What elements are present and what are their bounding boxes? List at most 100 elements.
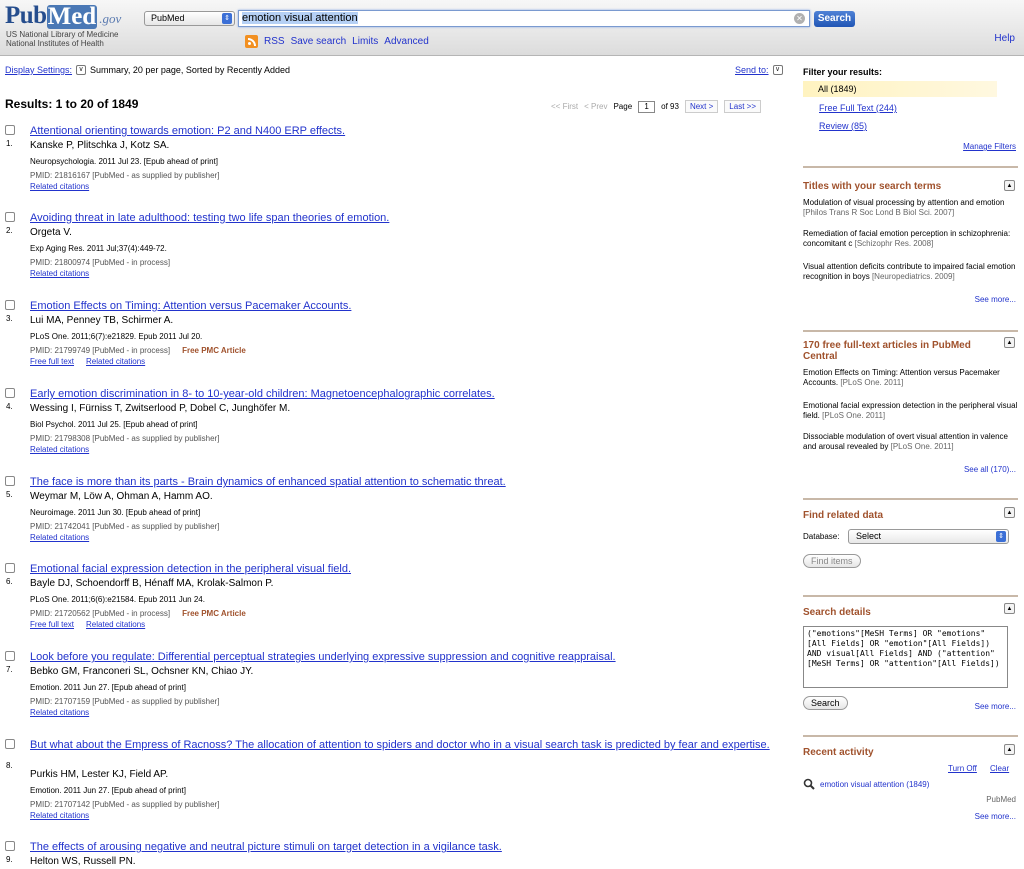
result-title-link[interactable]: Emotion Effects on Timing: Attention ver… bbox=[30, 299, 351, 313]
send-to-link[interactable]: Send to: bbox=[735, 65, 769, 75]
result-journal: Emotion. 2011 Jun 27. [Epub ahead of pri… bbox=[30, 683, 186, 692]
collapse-icon[interactable]: ▲ bbox=[1004, 603, 1015, 614]
related-citations-link[interactable]: Related citations bbox=[30, 811, 89, 820]
related-citations-link[interactable]: Related citations bbox=[30, 269, 89, 278]
result-pmid: PMID: 21816167 [PubMed - as supplied by … bbox=[30, 171, 220, 180]
result-checkbox[interactable] bbox=[5, 563, 15, 573]
page-number-input[interactable]: 1 bbox=[638, 100, 656, 113]
database-select[interactable]: PubMed ⇕ bbox=[144, 11, 235, 26]
search-input[interactable]: emotion visual attention ✕ bbox=[238, 10, 810, 27]
result-checkbox[interactable] bbox=[5, 212, 15, 222]
result-links: Related citations bbox=[30, 533, 89, 542]
result-journal: PLoS One. 2011;6(6):e21584. Epub 2011 Ju… bbox=[30, 595, 205, 604]
clear-search-icon[interactable]: ✕ bbox=[794, 13, 805, 24]
help-link[interactable]: Help bbox=[994, 33, 1015, 44]
turn-off-link[interactable]: Turn Off bbox=[948, 764, 977, 773]
rss-icon[interactable] bbox=[245, 35, 258, 48]
collapse-icon[interactable]: ▲ bbox=[1004, 507, 1015, 518]
next-page-button[interactable]: Next > bbox=[684, 100, 719, 113]
related-citations-link[interactable]: Related citations bbox=[30, 182, 89, 191]
rss-link[interactable]: RSS bbox=[264, 36, 285, 47]
free-article-item[interactable]: Dissociable modulation of overt visual a… bbox=[803, 432, 1018, 453]
result-title-link[interactable]: Avoiding threat in late adulthood: testi… bbox=[30, 211, 389, 225]
titles-item[interactable]: Visual attention deficits contribute to … bbox=[803, 262, 1018, 283]
free-full-text-link[interactable]: Free full text bbox=[30, 357, 74, 366]
manage-filters-link[interactable]: Manage Filters bbox=[963, 142, 1016, 151]
pager-prev: < Prev bbox=[584, 102, 608, 111]
related-citations-link[interactable]: Related citations bbox=[86, 620, 145, 629]
database-label: Database: bbox=[803, 532, 840, 541]
result-checkbox[interactable] bbox=[5, 476, 15, 486]
titles-item[interactable]: Remediation of facial emotion perception… bbox=[803, 229, 1018, 250]
collapse-icon[interactable]: ▲ bbox=[1004, 180, 1015, 191]
result-pmid: PMID: 21720562 [PubMed - in process] Free… bbox=[30, 609, 246, 618]
result-checkbox[interactable] bbox=[5, 125, 15, 135]
result-checkbox[interactable] bbox=[5, 739, 15, 749]
related-data-heading: Find related data bbox=[803, 510, 884, 521]
result-title-link[interactable]: But what about the Empress of Racnoss? T… bbox=[30, 738, 790, 752]
filter-all[interactable]: All (1849) bbox=[803, 81, 997, 97]
result-links: Related citations bbox=[30, 445, 89, 454]
free-full-text-link[interactable]: Free full text bbox=[30, 620, 74, 629]
result-title-link[interactable]: Attentional orienting towards emotion: P… bbox=[30, 124, 345, 138]
result-links: Related citations bbox=[30, 708, 89, 717]
filter-free-full-text[interactable]: Free Full Text (244) bbox=[819, 103, 897, 113]
related-citations-link[interactable]: Related citations bbox=[30, 445, 89, 454]
collapse-icon[interactable]: ▲ bbox=[1004, 744, 1015, 755]
divider bbox=[803, 166, 1018, 168]
result-title-link[interactable]: Look before you regulate: Differential p… bbox=[30, 650, 616, 664]
result-title-link[interactable]: Emotional facial expression detection in… bbox=[30, 562, 351, 576]
search-input-value: emotion visual attention bbox=[242, 12, 358, 24]
titles-see-more-link[interactable]: See more... bbox=[975, 295, 1016, 304]
database-select-value: PubMed bbox=[151, 13, 185, 23]
free-article-item[interactable]: Emotional facial expression detection in… bbox=[803, 401, 1018, 422]
free-article-item[interactable]: Emotion Effects on Timing: Attention ver… bbox=[803, 368, 1018, 389]
result-journal: PLoS One. 2011;6(7):e21829. Epub 2011 Ju… bbox=[30, 332, 203, 341]
limits-link[interactable]: Limits bbox=[352, 36, 378, 47]
result-checkbox[interactable] bbox=[5, 651, 15, 661]
find-items-button[interactable]: Find items bbox=[803, 554, 861, 568]
last-page-button[interactable]: Last >> bbox=[724, 100, 761, 113]
result-authors: Bebko GM, Franconeri SL, Ochsner KN, Chi… bbox=[30, 666, 254, 677]
pager: << First < Prev Page 1 of 93 Next > Last… bbox=[551, 100, 761, 113]
search-icon bbox=[803, 778, 815, 790]
result-checkbox[interactable] bbox=[5, 388, 15, 398]
divider bbox=[803, 498, 1018, 500]
result-authors: Bayle DJ, Schoendorff B, Hénaff MA, Krol… bbox=[30, 578, 274, 589]
chevron-down-icon[interactable]: ∨ bbox=[772, 65, 783, 75]
logo-med: Med bbox=[46, 3, 98, 30]
search-details-textarea[interactable]: ("emotions"[MeSH Terms] OR "emotions"[Al… bbox=[803, 626, 1008, 688]
details-see-more-link[interactable]: See more... bbox=[975, 702, 1016, 711]
details-search-button[interactable]: Search bbox=[803, 696, 848, 710]
result-links: Related citations bbox=[30, 811, 89, 820]
result-pmid: PMID: 21742041 [PubMed - as supplied by … bbox=[30, 522, 220, 531]
result-title-link[interactable]: The face is more than its parts - Brain … bbox=[30, 475, 506, 489]
top-links: RSS Save search Limits Advanced bbox=[245, 35, 429, 48]
search-button[interactable]: Search bbox=[814, 11, 855, 27]
titles-item[interactable]: Modulation of visual processing by atten… bbox=[803, 198, 1018, 219]
related-database-select[interactable]: Select ⇕ bbox=[848, 529, 1009, 544]
collapse-icon[interactable]: ▲ bbox=[1004, 337, 1015, 348]
related-citations-link[interactable]: Related citations bbox=[86, 357, 145, 366]
advanced-link[interactable]: Advanced bbox=[384, 36, 428, 47]
result-checkbox[interactable] bbox=[5, 300, 15, 310]
free-see-all-link[interactable]: See all (170)... bbox=[964, 465, 1016, 474]
related-citations-link[interactable]: Related citations bbox=[30, 533, 89, 542]
result-number: 4. bbox=[6, 402, 13, 411]
recent-see-more-link[interactable]: See more... bbox=[975, 812, 1016, 821]
result-title-link[interactable]: The effects of arousing negative and neu… bbox=[30, 840, 502, 854]
result-title-link[interactable]: Early emotion discrimination in 8- to 10… bbox=[30, 387, 495, 401]
chevron-down-icon[interactable]: ∨ bbox=[76, 65, 87, 75]
clear-link[interactable]: Clear bbox=[990, 764, 1009, 773]
result-authors: Helton WS, Russell PN. bbox=[30, 856, 136, 867]
related-database-value: Select bbox=[856, 531, 882, 541]
result-links: Related citations bbox=[30, 182, 89, 191]
filter-review[interactable]: Review (85) bbox=[819, 121, 867, 131]
display-settings-link[interactable]: Display Settings: bbox=[5, 65, 72, 75]
result-checkbox[interactable] bbox=[5, 841, 15, 851]
save-search-link[interactable]: Save search bbox=[291, 36, 347, 47]
related-citations-link[interactable]: Related citations bbox=[30, 708, 89, 717]
recent-item-link[interactable]: emotion visual attention (1849) bbox=[820, 780, 929, 789]
result-journal: Exp Aging Res. 2011 Jul;37(4):449-72. bbox=[30, 244, 167, 253]
pubmed-logo[interactable]: Pub Med .gov bbox=[5, 3, 121, 29]
